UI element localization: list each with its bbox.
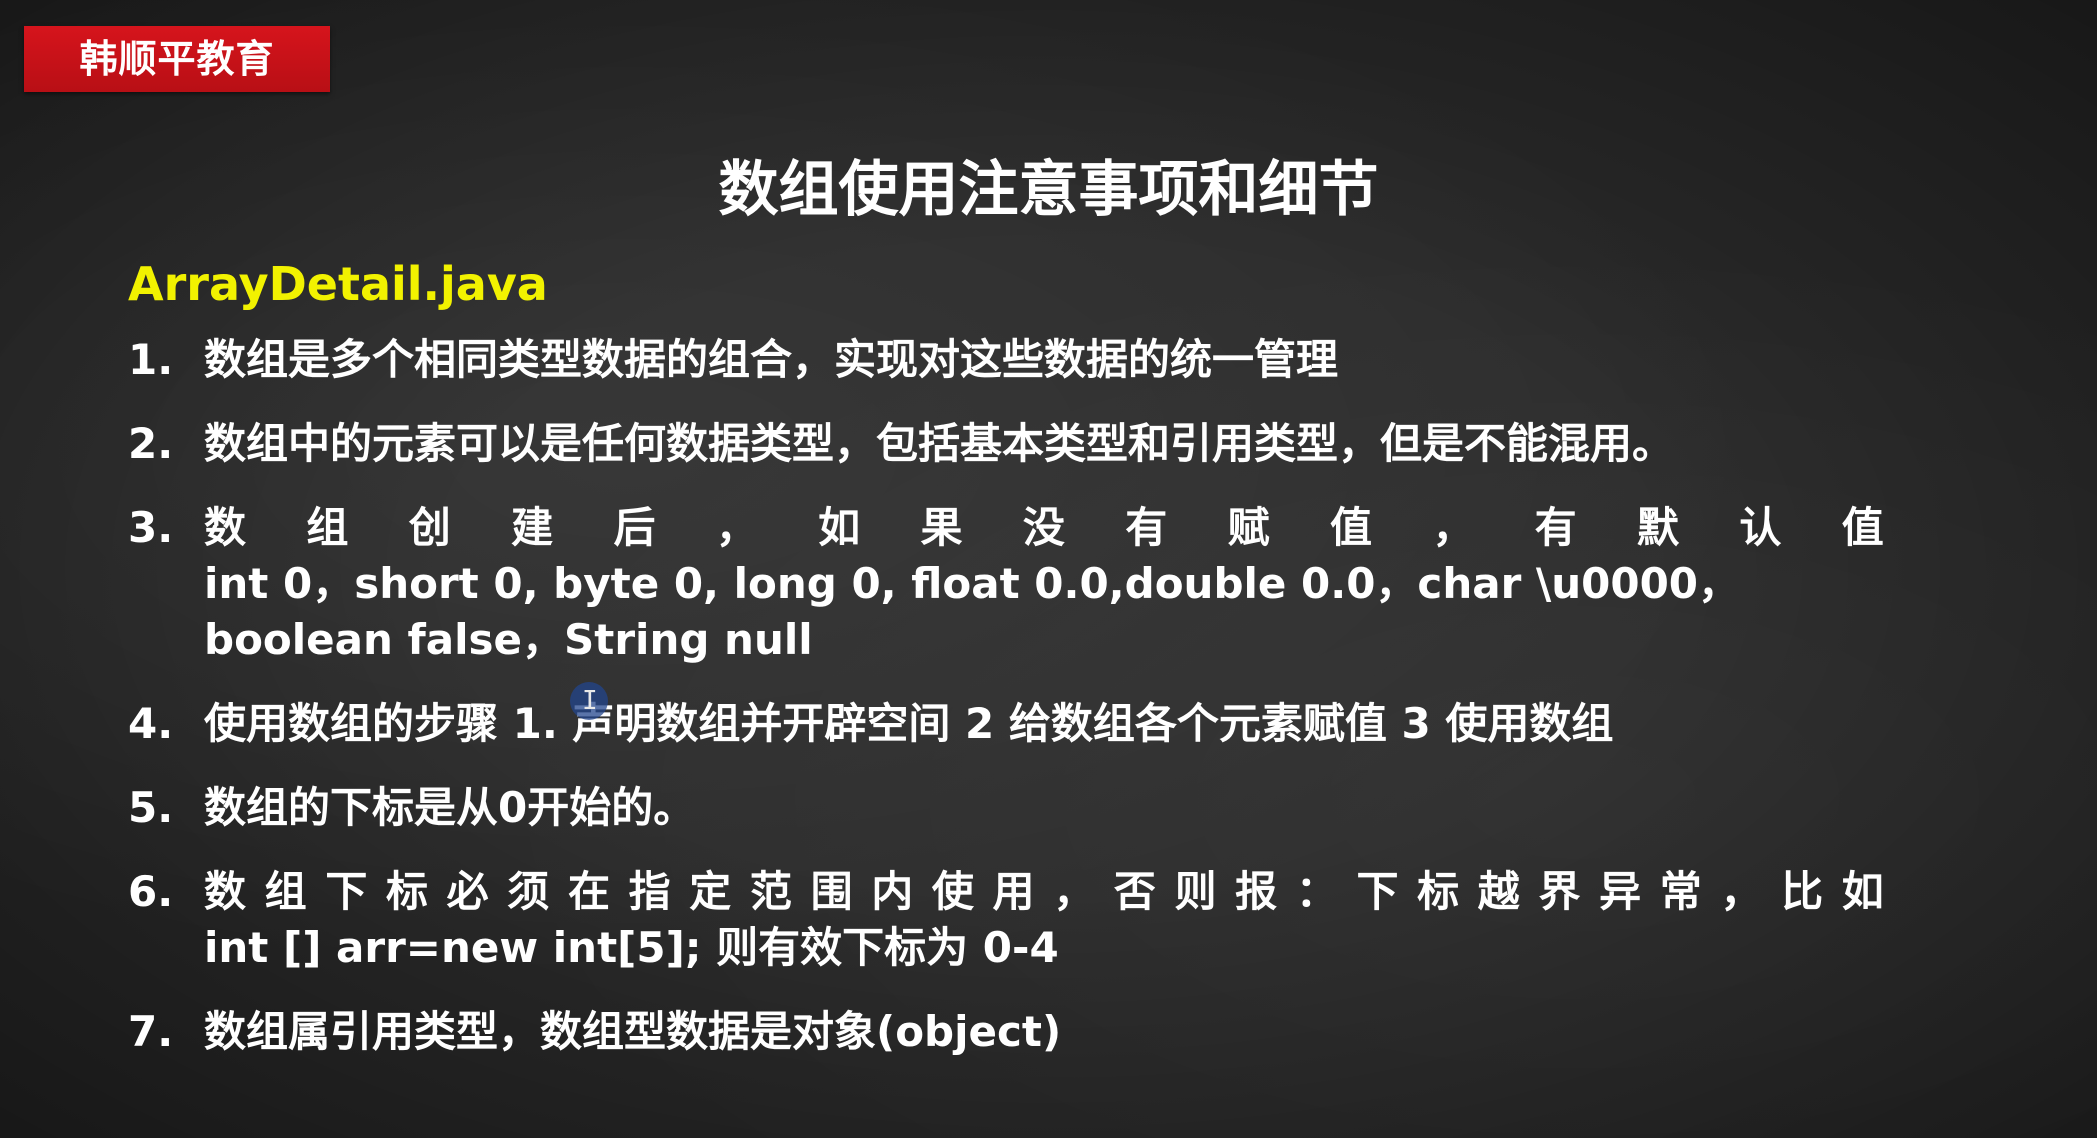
text-cursor-icon: I	[582, 686, 598, 716]
spaced-char: 用	[992, 867, 1035, 916]
item-text: boolean false，String null	[204, 615, 813, 664]
spaced-char: 有	[1125, 503, 1168, 552]
item-number: 3.	[128, 503, 174, 552]
spaced-char: 常	[1659, 867, 1702, 916]
spaced-char: 创	[408, 503, 451, 552]
spaced-char: 越	[1477, 867, 1520, 916]
item-text-justified: 数 组 创 建 后 ， 如 果 没 有 赋 值 ， 有 默 认 值	[204, 500, 1884, 556]
spaced-char: 内	[871, 867, 914, 916]
item-text: 数组是多个相同类型数据的组合，实现对这些数据的统一管理	[204, 335, 1339, 384]
spaced-char: 数	[204, 867, 247, 916]
spaced-char: 异	[1599, 867, 1642, 916]
item-number: 6.	[128, 867, 174, 916]
spaced-char: ：	[1295, 867, 1338, 916]
spaced-char: 在	[567, 867, 610, 916]
item-text: 使用数组的步骤 1. 声明数组并开辟空间 2 给数组各个元素赋值 3 使用数组	[204, 699, 1614, 748]
spaced-char: 下	[1356, 867, 1399, 916]
spaced-char: 果	[920, 503, 963, 552]
spaced-char: 定	[689, 867, 732, 916]
spaced-char: 建	[511, 503, 554, 552]
notes-list: 1. 数组是多个相同类型数据的组合，实现对这些数据的统一管理 2. 数组中的元素…	[128, 332, 1888, 1088]
list-item: 3. 数 组 创 建 后 ， 如 果 没 有 赋 值 ， 有 默 认 值 int 0，short 0, byte…	[128, 500, 1888, 668]
slide-title: 数组使用注意事项和细节	[718, 155, 1379, 225]
spaced-char: 有	[1534, 503, 1577, 552]
spaced-char: 围	[810, 867, 853, 916]
spaced-char: 则	[1174, 867, 1217, 916]
spaced-char: 数	[204, 503, 247, 552]
spaced-char: ，	[715, 503, 758, 552]
item-number: 5.	[128, 783, 174, 832]
item-text: 数组的下标是从0开始的。	[204, 783, 696, 832]
spaced-char: 使	[931, 867, 974, 916]
spaced-char: 指	[628, 867, 671, 916]
spaced-char: ，	[1720, 867, 1763, 916]
item-text: int 0，short 0, byte 0, long 0, float 0.0…	[204, 559, 1741, 608]
spaced-char: 赋	[1227, 503, 1270, 552]
list-item: 6. 数组下标必须在指定范围内使用，否则报：下标越界异常，比如 int [] a…	[128, 864, 1888, 976]
spaced-char: 后	[613, 503, 656, 552]
spaced-char: ，	[1432, 503, 1475, 552]
spaced-char: 组	[264, 867, 307, 916]
filename-label: ArrayDetail.java	[128, 257, 548, 311]
spaced-char: 认	[1739, 503, 1782, 552]
spaced-char: 默	[1637, 503, 1680, 552]
spaced-char: 如	[1841, 867, 1884, 916]
spaced-char: 没	[1022, 503, 1065, 552]
list-item: 1. 数组是多个相同类型数据的组合，实现对这些数据的统一管理	[128, 332, 1888, 388]
item-text: 数组中的元素可以是任何数据类型，包括基本类型和引用类型，但是不能混用。	[204, 419, 1675, 468]
spaced-char: 值	[1329, 503, 1372, 552]
spaced-char: 组	[306, 503, 349, 552]
item-number: 1.	[128, 335, 174, 384]
spaced-char: 标	[385, 867, 428, 916]
spaced-char: 标	[1417, 867, 1460, 916]
item-text: 数组属引用类型，数组型数据是对象(object)	[204, 1007, 1062, 1056]
spaced-char: 必	[446, 867, 489, 916]
brand-logo: 韩顺平教育	[24, 26, 330, 92]
list-item: 5. 数组的下标是从0开始的。	[128, 780, 1888, 836]
spaced-char: 值	[1841, 503, 1884, 552]
spaced-char: 如	[818, 503, 861, 552]
spaced-char: 范	[749, 867, 792, 916]
item-text: int [] arr=new int[5]; 则有效下标为 0-4	[204, 923, 1059, 972]
item-number: 2.	[128, 419, 174, 468]
spaced-char: 须	[507, 867, 550, 916]
spaced-char: 否	[1113, 867, 1156, 916]
spaced-char: 比	[1781, 867, 1824, 916]
spaced-char: 报	[1235, 867, 1278, 916]
list-item: 4. 使用数组的步骤 1. 声明数组并开辟空间 2 给数组各个元素赋值 3 使用…	[128, 696, 1888, 752]
item-text-justified: 数组下标必须在指定范围内使用，否则报：下标越界异常，比如	[204, 864, 1884, 920]
spaced-char: 界	[1538, 867, 1581, 916]
item-number: 7.	[128, 1007, 174, 1056]
list-item: 7. 数组属引用类型，数组型数据是对象(object)	[128, 1004, 1888, 1060]
spaced-char: ，	[1053, 867, 1096, 916]
spaced-char: 下	[325, 867, 368, 916]
list-item: 2. 数组中的元素可以是任何数据类型，包括基本类型和引用类型，但是不能混用。	[128, 416, 1888, 472]
item-number: 4.	[128, 699, 174, 748]
